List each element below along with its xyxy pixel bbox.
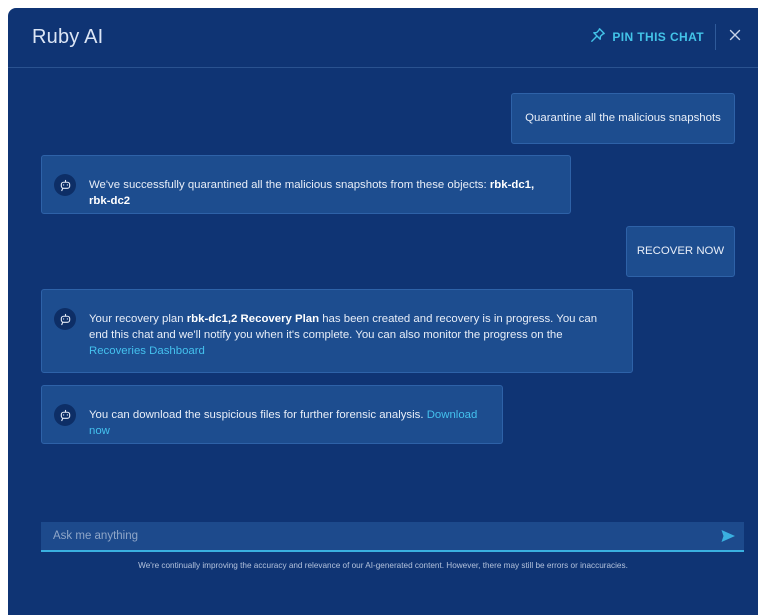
chat-title: Ruby AI bbox=[32, 26, 104, 48]
robot-icon bbox=[54, 404, 76, 426]
robot-icon bbox=[54, 174, 76, 196]
header-divider bbox=[715, 24, 716, 50]
close-button[interactable] bbox=[726, 26, 744, 44]
send-icon[interactable] bbox=[720, 528, 736, 544]
user-message-text: Quarantine all the malicious snapshots bbox=[525, 112, 721, 124]
user-message: RECOVER NOW bbox=[626, 226, 735, 277]
bot-message-text: Your recovery plan bbox=[89, 313, 187, 325]
close-icon bbox=[726, 29, 744, 48]
chat-input[interactable] bbox=[41, 522, 701, 550]
bot-message: Your recovery plan rbk-dc1,2 Recovery Pl… bbox=[41, 289, 633, 373]
pin-chat-button[interactable]: PIN THIS CHAT bbox=[590, 27, 704, 46]
chat-input-container bbox=[41, 522, 744, 552]
disclaimer-text: We're continually improving the accuracy… bbox=[138, 561, 628, 570]
recovery-plan-name: rbk-dc1,2 Recovery Plan bbox=[186, 313, 320, 325]
pin-chat-label: PIN THIS CHAT bbox=[612, 29, 704, 44]
pin-icon bbox=[590, 27, 606, 46]
recoveries-dashboard-link[interactable]: Recoveries Dashboard bbox=[89, 345, 205, 357]
bot-message: You can download the suspicious files fo… bbox=[41, 385, 503, 444]
bot-message: We've successfully quarantined all the m… bbox=[41, 155, 571, 214]
user-message-text: RECOVER NOW bbox=[636, 245, 725, 257]
bot-message-text: You can download the suspicious files fo… bbox=[89, 409, 427, 421]
chat-panel: Ruby AI PIN THIS CHAT Quarantine all the… bbox=[8, 8, 758, 615]
user-message: Quarantine all the malicious snapshots bbox=[511, 93, 735, 144]
chat-header: Ruby AI PIN THIS CHAT bbox=[8, 8, 758, 68]
bot-message-text: We've successfully quarantined all the m… bbox=[89, 179, 490, 191]
robot-icon bbox=[54, 308, 76, 330]
